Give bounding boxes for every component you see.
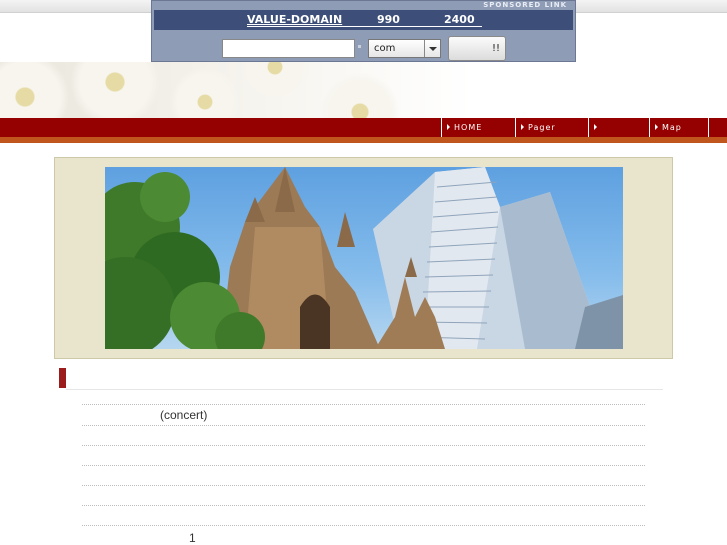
ad-price-2: 2400 bbox=[444, 13, 475, 26]
ad-link[interactable]: VALUE-DOMAIN 990 2400 bbox=[247, 13, 482, 27]
flower-decoration bbox=[240, 62, 310, 102]
section-title-rule bbox=[66, 389, 663, 390]
flower-decoration bbox=[70, 62, 160, 120]
ad-price-1: 990 bbox=[377, 13, 400, 26]
cathedral-skyline-illustration bbox=[105, 167, 623, 349]
nav-item-map[interactable]: Map bbox=[649, 118, 708, 137]
main-nav-bar: HOME Pager Map bbox=[0, 118, 727, 143]
tld-selected-value: com bbox=[374, 43, 396, 54]
tld-select[interactable]: com bbox=[368, 39, 441, 58]
hero-frame bbox=[54, 157, 673, 359]
header-flower-banner bbox=[0, 62, 727, 120]
ad-banner[interactable]: VALUE-DOMAIN 990 2400 bbox=[154, 10, 573, 30]
dot-separator bbox=[358, 45, 361, 48]
row-divider bbox=[82, 404, 645, 405]
nav-item-blank[interactable] bbox=[588, 118, 649, 137]
domain-search-input[interactable] bbox=[222, 39, 355, 58]
list-item-text: (concert) bbox=[160, 408, 208, 422]
page-number[interactable]: 1 bbox=[189, 531, 196, 545]
flower-decoration bbox=[320, 72, 400, 120]
row-divider bbox=[82, 465, 645, 466]
row-divider bbox=[82, 425, 645, 426]
flower-decoration bbox=[0, 62, 70, 120]
row-divider bbox=[82, 485, 645, 486]
nav-item-pager[interactable]: Pager bbox=[515, 118, 588, 137]
nav-divider bbox=[708, 118, 709, 137]
section-title-marker bbox=[59, 368, 66, 388]
flower-decoration bbox=[170, 67, 240, 120]
row-divider bbox=[82, 505, 645, 506]
sponsored-link-label: SPONSORED LINK bbox=[483, 1, 567, 9]
row-divider bbox=[82, 525, 645, 526]
domain-search-button[interactable]: !! bbox=[448, 36, 506, 61]
nav-item-home[interactable]: HOME bbox=[441, 118, 515, 137]
hero-image-cathedral bbox=[105, 167, 623, 349]
row-divider bbox=[82, 445, 645, 446]
chevron-down-icon[interactable] bbox=[424, 40, 440, 57]
ad-brand-link[interactable]: VALUE-DOMAIN bbox=[247, 13, 342, 26]
sponsored-ad-widget: SPONSORED LINK VALUE-DOMAIN 990 2400 com… bbox=[151, 0, 576, 62]
